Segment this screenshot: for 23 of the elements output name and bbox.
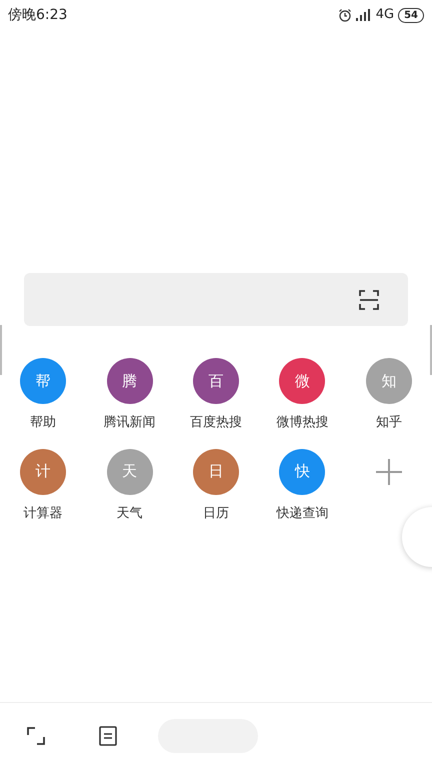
tabs-icon[interactable] xyxy=(99,726,117,746)
fullscreen-icon[interactable] xyxy=(26,726,46,746)
add-icon[interactable] xyxy=(376,458,402,484)
shortcut-label[interactable]: 帮助 xyxy=(30,413,56,432)
status-time: 傍晚6:23 xyxy=(8,6,68,24)
shortcut-icon[interactable]: 计 xyxy=(20,448,66,494)
shortcut-label[interactable]: 微博热搜 xyxy=(276,413,328,432)
shortcut-label[interactable]: 知乎 xyxy=(376,413,402,432)
shortcut-icon[interactable]: 腾 xyxy=(106,358,153,404)
shortcut-label[interactable]: 百度热搜 xyxy=(190,413,242,432)
shortcut-label[interactable]: 计算器 xyxy=(24,504,63,523)
shortcut-icon[interactable]: 日 xyxy=(192,448,239,494)
shortcut-label[interactable]: 快递查询 xyxy=(276,504,328,523)
scan-icon[interactable] xyxy=(358,288,380,310)
shortcut-icon[interactable]: 微 xyxy=(279,358,326,404)
shortcut-label[interactable]: 腾讯新闻 xyxy=(104,413,156,432)
battery-indicator: 54 xyxy=(398,8,424,22)
signal-icon xyxy=(356,9,372,21)
network-type: 4G xyxy=(376,6,394,24)
shortcut-label[interactable]: 日历 xyxy=(202,504,229,523)
shortcut-icon[interactable]: 百 xyxy=(192,358,239,404)
alarm-icon xyxy=(338,8,352,22)
shortcut-label[interactable]: 天气 xyxy=(116,504,143,523)
